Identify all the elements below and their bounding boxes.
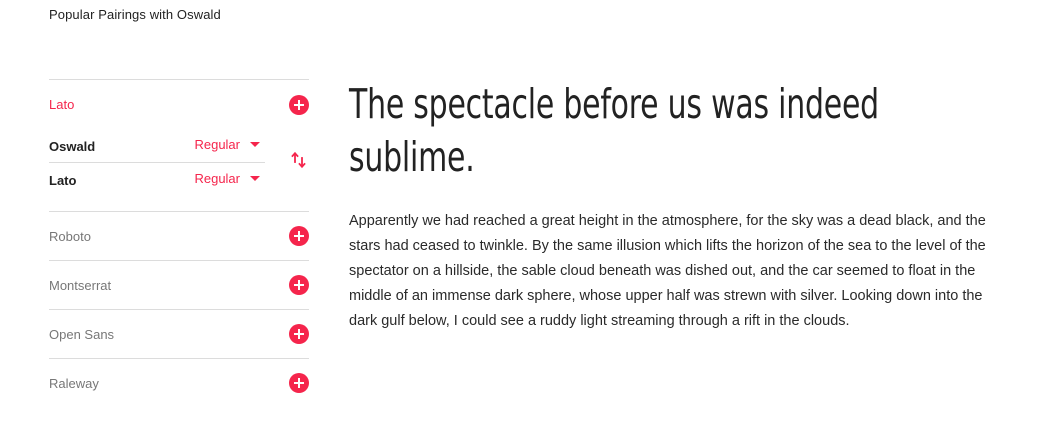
section-title: Popular Pairings with Oswald [49,7,221,22]
body-weight-value: Regular [194,170,240,186]
heading-weight-value: Regular [194,136,240,152]
pairing-item-raleway[interactable]: Raleway [49,359,309,407]
pairing-item-montserrat[interactable]: Montserrat [49,261,309,310]
plus-circle-icon[interactable] [289,275,309,295]
pairing-item-roboto[interactable]: Roboto [49,212,309,261]
pairing-label: Lato [49,97,75,112]
pairing-preview: The spectacle before us was indeed subli… [349,78,1009,329]
preview-body-text: Apparently we had reached a great height… [349,213,986,329]
pairing-label: Roboto [49,228,91,244]
heading-weight-dropdown[interactable]: Regular [194,137,265,152]
heading-font-row: Oswald Regular [49,129,265,163]
swap-vertical-icon[interactable] [291,151,307,169]
plus-circle-icon[interactable] [289,324,309,344]
pairing-label: Raleway [49,375,99,391]
caret-down-icon [250,175,260,181]
preview-headline: The spectacle before us was indeed subli… [349,80,879,181]
pairing-label: Montserrat [49,277,112,293]
pairings-sidebar: Lato Oswald Regular Lato Regular Roboto … [49,79,309,407]
plus-circle-icon[interactable] [289,373,309,393]
body-font-name: Lato [49,172,77,188]
caret-down-icon [250,141,260,147]
pairing-item-open-sans[interactable]: Open Sans [49,310,309,359]
plus-circle-icon[interactable] [289,226,309,246]
pairing-item-lato-active[interactable]: Lato [49,80,309,129]
body-font-row: Lato Regular [49,163,265,196]
pairing-detail: Oswald Regular Lato Regular [49,129,309,212]
plus-circle-icon[interactable] [289,94,309,115]
body-weight-dropdown[interactable]: Regular [194,171,265,186]
heading-font-name: Oswald [49,138,96,154]
pairing-label: Open Sans [49,326,115,342]
